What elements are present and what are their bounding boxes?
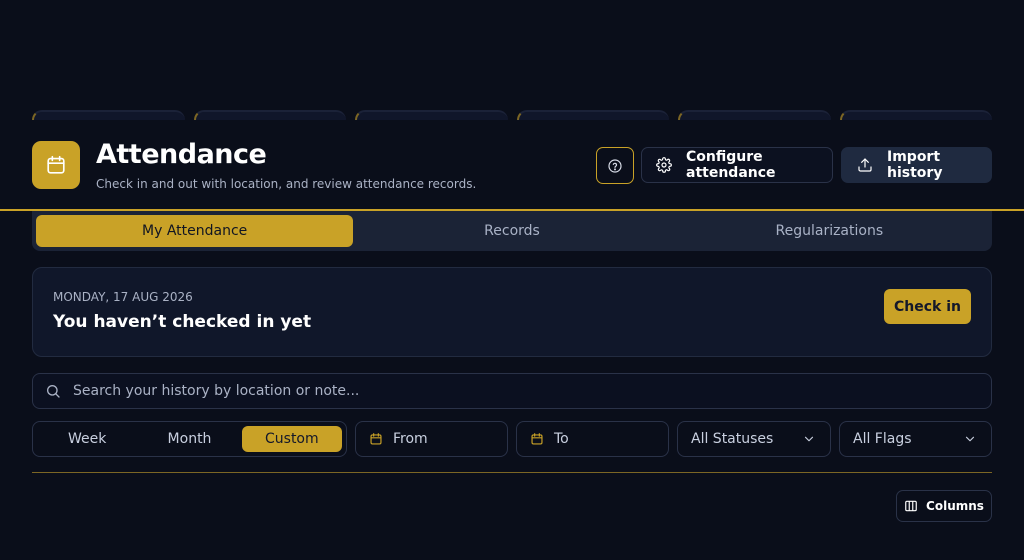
calendar-icon [32, 141, 80, 189]
page-subtitle: Check in and out with location, and revi… [96, 177, 477, 191]
columns-icon [904, 499, 918, 513]
history-search [32, 373, 992, 409]
to-date-label: To [554, 431, 569, 447]
tab-regularizations[interactable]: Regularizations [671, 215, 988, 247]
flags-filter-value: All Flags [853, 431, 912, 447]
search-icon [45, 383, 61, 399]
range-custom[interactable]: Custom [241, 426, 342, 452]
range-week[interactable]: Week [37, 426, 137, 452]
status-filter-value: All Statuses [691, 431, 774, 447]
filters-divider [32, 472, 992, 473]
page-title: Attendance [96, 139, 267, 170]
from-date-field[interactable]: From [355, 421, 508, 457]
chevron-down-icon [963, 432, 977, 446]
search-input[interactable] [73, 383, 991, 399]
columns-button[interactable]: Columns [896, 490, 992, 522]
flags-filter-select[interactable]: All Flags [839, 421, 992, 457]
check-in-status-card: MONDAY, 17 AUG 2026 You haven’t checked … [32, 267, 992, 357]
calendar-icon [530, 432, 544, 446]
columns-label: Columns [926, 499, 984, 513]
upload-icon [857, 157, 873, 173]
chevron-down-icon [802, 432, 816, 446]
gear-icon [656, 157, 672, 173]
tab-records[interactable]: Records [353, 215, 670, 247]
configure-attendance-button[interactable]: Configure attendance [641, 147, 833, 183]
attendance-tabs: My Attendance Records Regularizations [32, 211, 992, 251]
status-date: MONDAY, 17 AUG 2026 [53, 290, 193, 304]
help-icon [607, 158, 623, 174]
configure-attendance-label: Configure attendance [686, 149, 776, 181]
status-message: You haven’t checked in yet [53, 312, 312, 332]
calendar-icon [369, 432, 383, 446]
date-range-toggle: Week Month Custom [32, 421, 347, 457]
from-date-label: From [393, 431, 428, 447]
import-history-label: Import history [887, 149, 943, 181]
import-history-button[interactable]: Import history [841, 147, 992, 183]
help-button[interactable] [596, 147, 634, 184]
to-date-field[interactable]: To [516, 421, 669, 457]
range-month[interactable]: Month [139, 426, 239, 452]
status-filter-select[interactable]: All Statuses [677, 421, 831, 457]
tab-my-attendance[interactable]: My Attendance [36, 215, 354, 247]
check-in-button[interactable]: Check in [884, 289, 971, 324]
